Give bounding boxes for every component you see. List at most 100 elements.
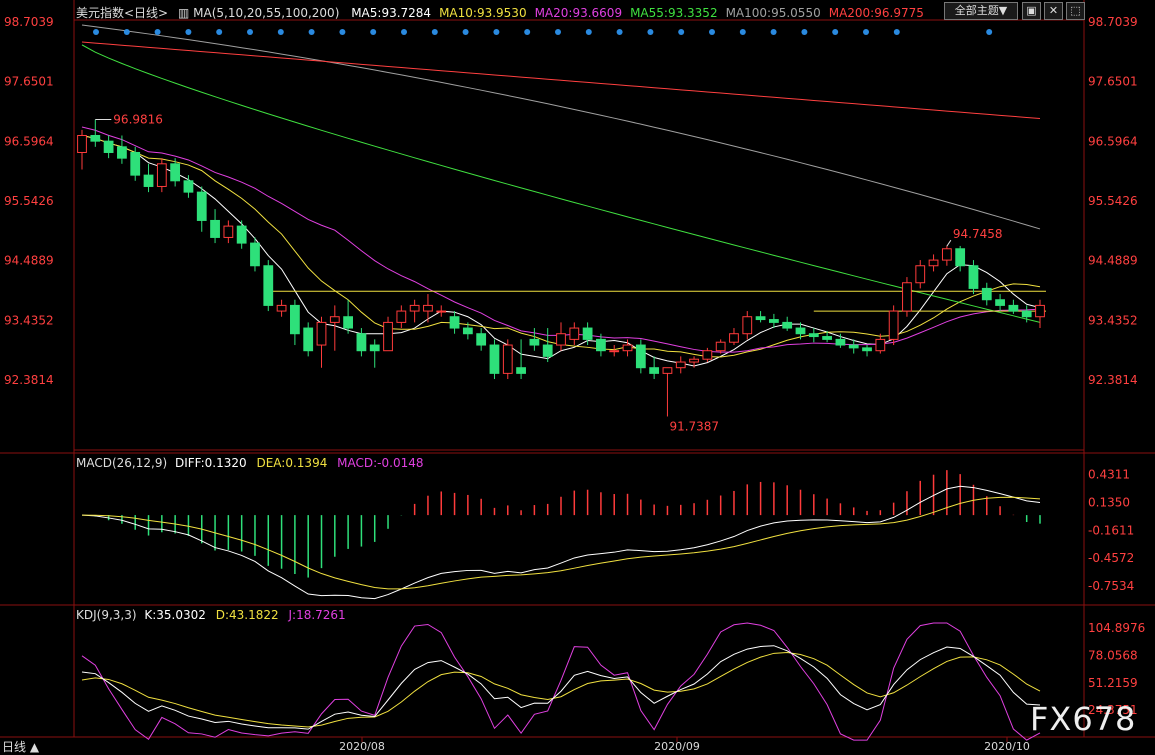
candle-body (210, 219, 220, 238)
event-dot (216, 29, 223, 35)
candle-body (303, 327, 314, 352)
event-dot (863, 29, 869, 35)
candle-body (649, 367, 660, 374)
event-dot (339, 29, 346, 35)
candle-body (462, 327, 473, 335)
candle-body (635, 344, 646, 369)
candle-body (542, 344, 553, 357)
macd-tick-1: 0.1350 (1088, 495, 1130, 509)
ma55-line (81, 44, 1041, 323)
event-dot (832, 29, 839, 35)
event-dot (739, 29, 746, 35)
price-tick-right-6: 92.3814 (1088, 373, 1138, 387)
candle-body (263, 265, 274, 306)
candle-body (156, 163, 167, 187)
kdj-d: D:43.1822 (215, 608, 279, 622)
event-dot (370, 29, 377, 35)
kdj-tick-2: 51.2159 (1088, 676, 1138, 690)
candle-body (90, 134, 101, 142)
restore-icon-button[interactable]: ⬚ (1066, 2, 1085, 20)
candle-body (662, 367, 673, 374)
ma-value-2: MA20:93.6609 (534, 6, 623, 20)
candle-body (1021, 310, 1032, 318)
candle-body (343, 316, 354, 329)
candle-body (276, 304, 287, 312)
event-dot (431, 29, 438, 35)
event-dot (585, 29, 592, 35)
candle-body (529, 338, 540, 346)
macd-tick-4: -0.7534 (1088, 579, 1134, 593)
settings-icon[interactable]: ▥ (178, 6, 189, 20)
macd-diff: DIFF:0.1320 (174, 456, 247, 470)
candle-body (981, 287, 992, 301)
dollar-index-chart[interactable]: 98.7039 98.7039 97.6501 97.6501 96.5964 96.59… (0, 0, 1155, 755)
event-dot (462, 29, 469, 35)
price-tick-left-6: 92.3814 (4, 373, 54, 387)
date-label-0: 2020/08 (339, 740, 385, 753)
event-dot (678, 29, 685, 35)
candle-body (143, 174, 154, 187)
macd-tick-3: -0.4572 (1088, 551, 1134, 565)
candle-body (476, 333, 487, 346)
ma-value-4: MA100:95.0550 (725, 6, 821, 20)
close-icon-button[interactable]: ✕ (1044, 2, 1063, 20)
peak-annotation: 94.7458 (953, 227, 1003, 241)
candle-body (1008, 304, 1019, 312)
event-dot (709, 29, 715, 35)
price-tick-right-3: 95.5426 (1088, 194, 1138, 208)
candle-body (702, 350, 713, 360)
ma-value-0: MA5:93.7284 (351, 6, 432, 20)
kdj-tick-1: 78.0568 (1088, 648, 1138, 662)
candle-body (742, 316, 753, 335)
kdj-j: J:18.7261 (288, 608, 346, 622)
event-dot (93, 29, 99, 35)
watermark-logo: FX678 (1030, 700, 1137, 738)
candle-body (622, 344, 633, 352)
symbol-title[interactable]: 美元指数<日线> (76, 6, 168, 20)
candle-body (968, 265, 979, 289)
event-dot (247, 29, 253, 35)
price-tick-left-5: 93.4352 (4, 313, 54, 327)
candle-body (596, 338, 606, 352)
peak-pointer (946, 239, 952, 247)
candle-body (569, 327, 580, 340)
candle-body (223, 225, 234, 238)
date-label-2: 2020/10 (984, 740, 1030, 753)
candle-body (795, 327, 806, 335)
price-tick-right-2: 96.5964 (1088, 134, 1138, 148)
kdj-header: KDJ(9,3,3) K:35.0302 D:43.1822 J:18.7261 (76, 608, 346, 622)
price-tick-left-1: 97.6501 (4, 75, 54, 89)
candle-body (449, 316, 460, 329)
candle-body (941, 248, 952, 261)
period-selector[interactable]: 日线 ▲ (2, 738, 39, 755)
candle-body (1035, 304, 1045, 318)
panel-icon-button[interactable]: ▣ (1022, 2, 1041, 20)
candle-body (170, 163, 181, 182)
theme-dropdown[interactable]: 全部主题▼ (944, 2, 1018, 20)
candle-body (556, 333, 566, 346)
date-label-1: 2020/09 (654, 740, 700, 753)
candle-body (423, 304, 433, 312)
macd-value: MACD:-0.0148 (337, 456, 424, 470)
candle-body (755, 316, 766, 321)
candle-body (675, 361, 686, 369)
ma-value-1: MA10:93.9530 (439, 6, 527, 20)
candle-body (103, 140, 114, 153)
event-dot (616, 29, 623, 35)
candle-body (409, 304, 420, 312)
event-dot (308, 29, 315, 35)
candle-body (768, 319, 779, 323)
candle-body (396, 310, 407, 323)
price-tick-right-0: 98.7039 (1088, 15, 1138, 29)
candle-body (356, 333, 367, 352)
macd-dea: DEA:0.1394 (256, 456, 328, 470)
price-tick-left-4: 94.4889 (4, 254, 54, 268)
price-tick-left-3: 95.5426 (4, 194, 54, 208)
candle-body (383, 321, 393, 352)
high-annotation: 96.9816 (113, 113, 163, 127)
candle-body (862, 347, 872, 352)
candle-body (329, 316, 340, 323)
candle-body (822, 336, 833, 340)
candle-body (995, 299, 1005, 306)
candle-body (782, 321, 793, 329)
